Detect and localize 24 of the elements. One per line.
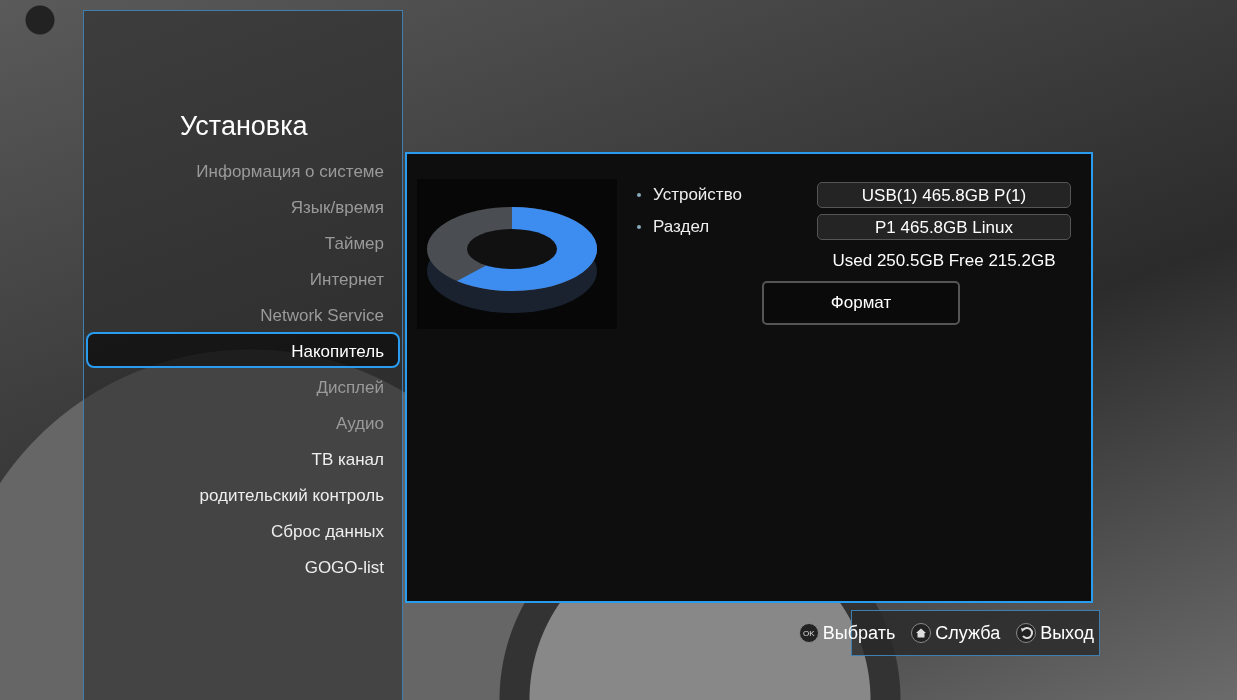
menu-item[interactable]: Интернет (86, 260, 388, 296)
value-field[interactable]: USB(1) 465.8GB P(1) (817, 182, 1071, 208)
ok-key-icon: OK (798, 623, 819, 643)
menu-item[interactable]: родительский контроль (86, 476, 388, 512)
menu-item[interactable]: Язык/время (86, 188, 388, 224)
menu-item[interactable]: ТВ канал (86, 440, 388, 476)
usage-text: Used 250.5GB Free 215.2GB (831, 251, 1057, 271)
field-label: Раздел (653, 217, 711, 237)
menu-title: Установка (179, 111, 309, 142)
hint-label: Служба (935, 622, 1001, 644)
menu-item[interactable]: GOGO-list (86, 548, 388, 584)
bullet-icon (637, 193, 641, 197)
back-key-icon (1016, 623, 1037, 643)
format-button[interactable]: Формат (762, 281, 960, 325)
menu-item[interactable]: Информация о системе (86, 152, 388, 188)
menu-item[interactable]: Таймер (86, 224, 388, 260)
field-label: Устройство (653, 185, 743, 205)
value-field[interactable]: P1 465.8GB Linux (817, 214, 1071, 240)
menu-item[interactable]: Network Service (86, 296, 388, 332)
hint-label: Выход (1040, 622, 1094, 644)
bullet-icon (637, 225, 641, 229)
home-key-icon (911, 623, 932, 643)
menu-item[interactable]: Накопитель (86, 332, 400, 368)
menu-item[interactable]: Сброс данных (86, 512, 388, 548)
